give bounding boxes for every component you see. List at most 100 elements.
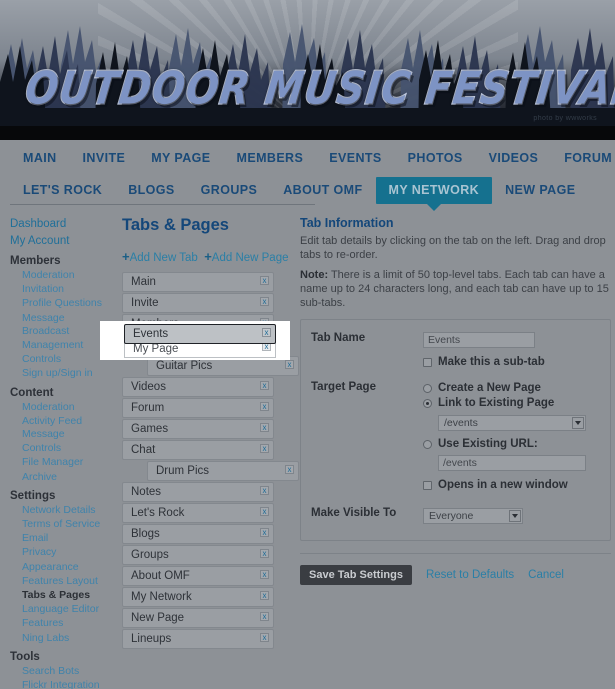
sidebar-item-search-bots[interactable]: Search Bots (8, 665, 110, 679)
delete-tab-icon[interactable]: x (260, 444, 269, 453)
radio-link-existing-page-label: Link to Existing Page (438, 397, 555, 409)
table-row[interactable]: My Network x (122, 587, 274, 607)
existing-url-input[interactable] (438, 455, 586, 471)
sidebar-item-file-manager[interactable]: File Manager (8, 456, 110, 470)
sidebar-item-archive[interactable]: Archive (8, 471, 110, 485)
nav-item-videos[interactable]: VIDEOS (476, 145, 552, 172)
existing-page-select[interactable]: /events (438, 415, 586, 431)
radio-link-existing-page[interactable] (423, 398, 432, 408)
sidebar-item-moderation[interactable]: Moderation (8, 401, 110, 415)
tab-name-input[interactable] (423, 332, 535, 348)
sidebar-item-privacy[interactable]: Privacy (8, 546, 110, 560)
delete-tab-icon[interactable]: x (285, 360, 294, 369)
sidebar-item-language-editor[interactable]: Language Editor (8, 603, 110, 617)
sidebar-item-dashboard[interactable]: Dashboard (8, 216, 110, 233)
add-new-page-link[interactable]: Add New Page (212, 252, 289, 264)
delete-tab-icon[interactable]: x (260, 297, 269, 306)
sidebar-group-settings: Settings (10, 489, 56, 502)
radio-use-existing-url[interactable] (423, 439, 432, 449)
delete-tab-icon[interactable]: x (260, 549, 269, 558)
sidebar-item-management[interactable]: Management (8, 339, 110, 353)
make-visible-to-select[interactable]: Everyone (423, 508, 523, 524)
sidebar-item-controls[interactable]: Controls (8, 442, 110, 456)
nav-item-members[interactable]: MEMBERS (224, 145, 317, 172)
nav-item-groups[interactable]: GROUPS (188, 177, 271, 204)
radio-use-existing-url-label: Use Existing URL: (438, 438, 538, 450)
chevron-down-icon[interactable] (572, 417, 584, 429)
dragging-tab-row[interactable]: Events x (124, 324, 276, 344)
table-row[interactable]: Invite x (122, 293, 274, 313)
radio-create-new-page[interactable] (423, 383, 432, 393)
table-row[interactable]: Forum x (122, 398, 274, 418)
nav-item-blogs[interactable]: BLOGS (115, 177, 187, 204)
nav-item-forum[interactable]: FORUM (551, 145, 615, 172)
delete-tab-icon[interactable]: x (260, 423, 269, 432)
table-row[interactable]: Games x (122, 419, 274, 439)
sidebar-item-controls[interactable]: Controls (8, 353, 110, 367)
sidebar-item-email[interactable]: Email (8, 532, 110, 546)
nav-item-let-s-rock[interactable]: LET'S ROCK (10, 177, 115, 204)
sidebar-item-network-details[interactable]: Network Details (8, 504, 110, 518)
table-row[interactable]: Lineups x (122, 629, 274, 649)
sidebar-item-terms-of-service[interactable]: Terms of Service (8, 518, 110, 532)
save-tab-settings-button[interactable]: Save Tab Settings (300, 565, 412, 585)
delete-tab-icon[interactable]: x (260, 570, 269, 579)
target-page-row: Target Page Create a New Page Link to Ex… (311, 379, 600, 495)
cancel-link[interactable]: Cancel (528, 569, 564, 581)
delete-tab-icon[interactable]: x (260, 402, 269, 411)
nav-item-events[interactable]: EVENTS (316, 145, 394, 172)
table-row[interactable]: Drum Pics x (147, 461, 299, 481)
delete-tab-icon[interactable]: x (260, 633, 269, 642)
radio-use-url-row[interactable]: Use Existing URL: (423, 438, 600, 450)
sidebar-item-profile-questions[interactable]: Profile Questions (8, 297, 110, 311)
nav-item-main[interactable]: MAIN (10, 145, 70, 172)
new-window-checkbox-row[interactable]: Opens in a new window (423, 479, 600, 491)
sidebar-item-message-broadcast[interactable]: Message Broadcast (8, 312, 110, 339)
delete-tab-icon[interactable]: x (260, 381, 269, 390)
sub-tab-checkbox-row[interactable]: Make this a sub-tab (423, 356, 600, 368)
sidebar-item-appearance[interactable]: Appearance (8, 561, 110, 575)
chevron-down-icon[interactable] (509, 510, 521, 522)
nav-item-my-page[interactable]: MY PAGE (138, 145, 223, 172)
nav-item-my-network[interactable]: MY NETWORK (375, 177, 493, 211)
delete-tab-icon[interactable]: x (260, 591, 269, 600)
radio-link-existing-page-row[interactable]: Link to Existing Page (423, 397, 600, 409)
table-row[interactable]: Blogs x (122, 524, 274, 544)
sidebar-item-my-account[interactable]: My Account (8, 233, 110, 250)
sidebar-item-flickr-integration[interactable]: Flickr Integration (8, 679, 110, 689)
delete-tab-icon[interactable]: x (260, 612, 269, 621)
table-row[interactable]: About OMF x (122, 566, 274, 586)
sidebar-item-moderation[interactable]: Moderation (8, 269, 110, 283)
table-row[interactable]: Videos x (122, 377, 274, 397)
sidebar-item-ning-labs[interactable]: Ning Labs (8, 632, 110, 646)
delete-tab-icon[interactable]: x (260, 486, 269, 495)
nav-item-new-page[interactable]: NEW PAGE (492, 177, 588, 204)
table-row[interactable]: Main x (122, 272, 274, 292)
table-row[interactable]: Notes x (122, 482, 274, 502)
table-row[interactable]: Let's Rock x (122, 503, 274, 523)
table-row[interactable]: New Page x (122, 608, 274, 628)
sub-tab-checkbox[interactable] (423, 357, 432, 367)
delete-tab-icon[interactable]: x (262, 328, 271, 337)
nav-item-about-omf[interactable]: ABOUT OMF (270, 177, 375, 204)
tab-information-panel: Tab Information Edit tab details by clic… (290, 212, 615, 689)
new-window-checkbox[interactable] (423, 480, 432, 490)
delete-tab-icon[interactable]: x (285, 465, 294, 474)
delete-tab-icon[interactable]: x (260, 528, 269, 537)
radio-create-new-page-row[interactable]: Create a New Page (423, 382, 600, 394)
reset-to-defaults-link[interactable]: Reset to Defaults (426, 569, 514, 581)
sidebar-item-features[interactable]: Features (8, 617, 110, 631)
sidebar-item-features-layout[interactable]: Features Layout (8, 575, 110, 589)
table-row[interactable]: Groups x (122, 545, 274, 565)
sidebar-item-invitation[interactable]: Invitation (8, 283, 110, 297)
nav-item-photos[interactable]: PHOTOS (395, 145, 476, 172)
sidebar-item-sign-up-sign-in[interactable]: Sign up/Sign in (8, 367, 110, 381)
nav-item-invite[interactable]: INVITE (70, 145, 139, 172)
delete-tab-icon[interactable]: x (260, 507, 269, 516)
delete-tab-icon[interactable]: x (260, 276, 269, 285)
sidebar-item-activity-feed-message[interactable]: Activity Feed Message (8, 415, 110, 442)
table-row[interactable]: Chat x (122, 440, 274, 460)
nav-row-secondary: LET'S ROCK BLOGS GROUPS ABOUT OMF MY NETWORK… (0, 172, 615, 211)
sidebar-item-tabs-pages[interactable]: Tabs & Pages (8, 589, 110, 603)
add-new-tab-link[interactable]: Add New Tab (130, 252, 198, 264)
